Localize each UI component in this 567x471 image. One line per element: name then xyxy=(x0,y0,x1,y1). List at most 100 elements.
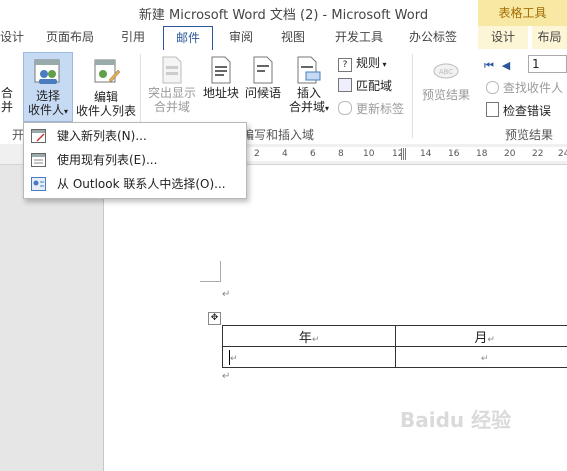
rules-button[interactable]: ? 规则 ▾ xyxy=(338,54,387,72)
find-recipient-label: 查找收件人 xyxy=(503,81,564,95)
table-tools-context-group: 表格工具 xyxy=(478,0,567,26)
record-number-value: 1 xyxy=(532,57,540,71)
table-move-handle[interactable]: ✥ xyxy=(208,312,221,325)
edit-recipient-list-icon xyxy=(94,59,121,83)
previous-record-icon[interactable]: ◀ xyxy=(502,59,510,72)
find-recipient-icon xyxy=(486,81,499,94)
menu-item-label: 键入新列表(N)... xyxy=(57,129,147,143)
start-merge-label-1: 合 xyxy=(0,86,13,100)
table-cell-month[interactable]: 月↵ xyxy=(395,325,567,347)
edit-recipients-label-2: 收件人列表 xyxy=(75,104,136,118)
highlight-label-2: 合并域 xyxy=(153,100,190,114)
find-recipient-button[interactable]: 查找收件人 xyxy=(486,79,563,97)
menu-item-type-new-list[interactable]: 键入新列表(N)... xyxy=(24,124,246,148)
paragraph-mark: ↵ xyxy=(222,289,231,300)
document-table[interactable]: 年↵ 月↵ ↵ ↵ xyxy=(221,325,567,368)
update-labels-button[interactable]: 更新标签 xyxy=(338,100,404,118)
context-group-label: 表格工具 xyxy=(498,6,547,20)
tab-mailings[interactable]: 邮件 xyxy=(163,26,213,50)
match-fields-button[interactable]: 匹配域 xyxy=(338,77,392,95)
match-fields-label: 匹配域 xyxy=(356,79,393,93)
tab-design[interactable]: 设计 xyxy=(0,26,24,49)
update-labels-label: 更新标签 xyxy=(356,102,405,116)
cell-end-mark: ↵ xyxy=(230,353,238,364)
preview-results-button[interactable]: ABC 预览结果 xyxy=(418,62,474,102)
table-row: 年↵ 月↵ xyxy=(221,325,567,347)
update-labels-icon xyxy=(338,101,352,115)
ruler-tick: 22 xyxy=(532,149,544,159)
highlight-merge-fields-button[interactable]: 突出显示 合并域 xyxy=(145,56,199,114)
greeting-line-icon xyxy=(253,56,273,84)
match-fields-icon xyxy=(338,78,352,92)
tab-page-layout[interactable]: 页面布局 xyxy=(40,26,100,49)
first-record-icon[interactable]: ⏮ xyxy=(484,59,494,72)
paragraph-mark: ↵ xyxy=(222,371,231,382)
select-recipients-label-1: 选择 xyxy=(35,89,60,103)
insert-merge-field-button[interactable]: 插入 合并域▾ xyxy=(285,56,333,116)
ruler-tick: 24 xyxy=(558,149,567,159)
year-header: 年 xyxy=(298,330,312,346)
table-cell-year[interactable]: 年↵ xyxy=(221,325,397,347)
ruler-tick: 4 xyxy=(282,149,288,159)
dropdown-arrow-icon: ▾ xyxy=(380,60,387,69)
tab-office-tab[interactable]: 办公标签 xyxy=(400,26,466,49)
dropdown-arrow-icon: ▾ xyxy=(325,104,330,113)
address-block-label: 地址块 xyxy=(202,86,239,100)
ruler-tick: 2 xyxy=(254,149,260,159)
start-merge-label-2: 并 xyxy=(0,100,13,114)
preview-results-label: 预览结果 xyxy=(421,88,470,102)
edit-recipients-label-1: 编辑 xyxy=(93,90,118,104)
ruler-tick: 6 xyxy=(310,149,316,159)
insert-merge-field-label-1: 插入 xyxy=(296,86,321,100)
menu-item-label: 从 Outlook 联系人中选择(O)... xyxy=(57,177,226,191)
rules-icon: ? xyxy=(338,58,352,72)
tab-review[interactable]: 审阅 xyxy=(218,26,264,49)
check-errors-icon xyxy=(486,102,499,117)
tab-table-design[interactable]: 设计 xyxy=(478,26,528,49)
tab-developer[interactable]: 开发工具 xyxy=(326,26,392,49)
start-mail-merge-button[interactable]: 合 并 xyxy=(0,86,14,114)
tab-table-layout[interactable]: 布局 xyxy=(532,26,567,49)
highlight-label-1: 突出显示 xyxy=(147,86,196,100)
check-errors-button[interactable]: 检查错误 xyxy=(486,102,551,120)
ruler-tick: 10 xyxy=(363,149,375,159)
address-block-button[interactable]: 地址块 xyxy=(201,56,241,100)
menu-item-use-existing-list[interactable]: 使用现有列表(E)... xyxy=(24,148,246,172)
preview-results-icon: ABC xyxy=(433,63,459,79)
table-cell-empty[interactable]: ↵ xyxy=(221,346,397,368)
table-row: ↵ ↵ xyxy=(221,346,567,368)
tab-view[interactable]: 视图 xyxy=(270,26,316,49)
cell-end-mark: ↵ xyxy=(311,334,320,345)
baidu-watermark: Baidu 经验 xyxy=(400,408,512,432)
edit-recipient-list-button[interactable]: 编辑 收件人列表 xyxy=(75,52,137,118)
dropdown-arrow-icon: ▾ xyxy=(64,107,69,116)
insert-merge-field-label-2: 合并域 xyxy=(288,100,325,114)
menu-item-label: 使用现有列表(E)... xyxy=(57,153,158,167)
select-recipients-dropdown: 键入新列表(N)... 使用现有列表(E)... 从 Outlook 联系人中选… xyxy=(23,122,247,199)
greeting-line-button[interactable]: 问候语 xyxy=(243,56,283,100)
svg-text:ABC: ABC xyxy=(439,68,453,76)
greeting-line-label: 问候语 xyxy=(244,86,281,100)
ruler-column-marker[interactable] xyxy=(401,148,407,160)
address-block-icon xyxy=(211,56,231,84)
group-write-insert-label: 编写和插入域 xyxy=(242,128,315,142)
menu-item-outlook-contacts[interactable]: 从 Outlook 联系人中选择(O)... xyxy=(24,172,246,196)
check-errors-label: 检查错误 xyxy=(503,104,552,118)
cell-end-mark: ↵ xyxy=(480,353,489,364)
ruler-tick: 18 xyxy=(476,149,488,159)
outlook-contacts-icon xyxy=(31,177,46,191)
record-navigation: ⏮ ◀ xyxy=(484,56,510,74)
ruler-tick: 14 xyxy=(420,149,432,159)
tab-references[interactable]: 引用 xyxy=(110,26,156,49)
month-header: 月 xyxy=(474,330,488,346)
cell-end-mark: ↵ xyxy=(487,334,495,345)
ruler-tick: 16 xyxy=(448,149,460,159)
select-recipients-button[interactable]: 选择 收件人▾ xyxy=(23,52,73,122)
ribbon-tab-row: 设计 页面布局 引用 邮件 审阅 视图 开发工具 办公标签 设计 布局 xyxy=(0,26,567,51)
select-recipients-label-2: 收件人 xyxy=(27,103,64,117)
record-number-input[interactable]: 1 xyxy=(528,55,567,73)
insert-merge-field-icon xyxy=(297,56,321,84)
select-recipients-icon xyxy=(34,59,60,84)
new-list-icon xyxy=(31,129,46,143)
table-cell-empty[interactable]: ↵ xyxy=(395,346,567,368)
